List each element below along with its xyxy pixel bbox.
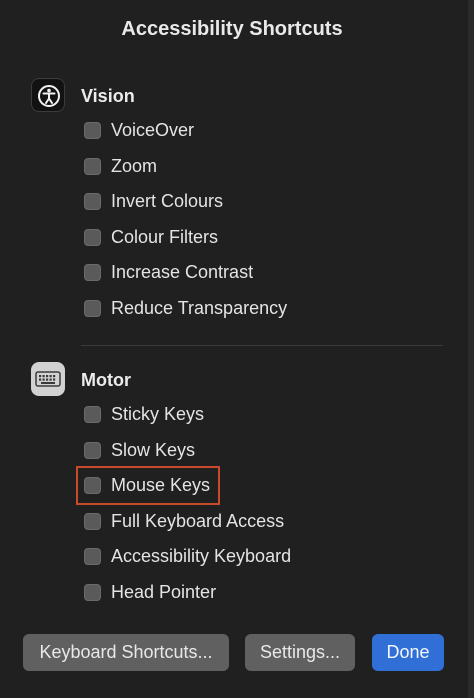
option-head-pointer[interactable]: Head Pointer [84, 580, 216, 604]
vision-section-title: Vision [81, 86, 135, 106]
invert-colours-checkbox[interactable] [84, 192, 101, 210]
option-label: Reduce Transparency [111, 297, 288, 318]
option-label: Mouse Keys [111, 474, 211, 495]
slow-keys-checkbox[interactable] [84, 441, 101, 459]
option-label: Head Pointer [111, 581, 217, 602]
option-label: Accessibility Keyboard [111, 545, 292, 566]
increase-contrast-checkbox[interactable] [84, 263, 101, 281]
option-label: VoiceOver [111, 119, 195, 140]
option-label: Slow Keys [111, 439, 196, 460]
motor-section-title: Motor [81, 370, 131, 390]
option-full-keyboard-access[interactable]: Full Keyboard Access [84, 509, 284, 533]
option-sticky-keys[interactable]: Sticky Keys [84, 402, 204, 426]
voiceover-checkbox[interactable] [84, 121, 101, 139]
dialog-title: Accessibility Shortcuts [121, 18, 343, 40]
accessibility-shortcuts-dialog: Accessibility Shortcuts Vision VoiceOver… [0, 0, 474, 698]
option-voiceover[interactable]: VoiceOver [84, 118, 194, 142]
sticky-keys-checkbox[interactable] [84, 405, 101, 423]
done-button[interactable]: Done [372, 634, 444, 671]
colour-filters-checkbox[interactable] [84, 228, 101, 246]
option-label: Increase Contrast [111, 261, 254, 282]
head-pointer-checkbox[interactable] [84, 583, 101, 601]
option-label: Sticky Keys [111, 403, 205, 424]
option-label: Invert Colours [111, 190, 224, 211]
accessibility-icon [31, 78, 65, 112]
option-zoom[interactable]: Zoom [84, 154, 157, 178]
zoom-checkbox[interactable] [84, 157, 101, 175]
accessibility-keyboard-checkbox[interactable] [84, 547, 101, 565]
option-mouse-keys[interactable]: Mouse Keys [84, 473, 210, 497]
mouse-keys-checkbox[interactable] [84, 476, 101, 494]
full-keyboard-access-checkbox[interactable] [84, 512, 101, 530]
settings-button[interactable]: Settings... [245, 634, 355, 671]
option-accessibility-keyboard[interactable]: Accessibility Keyboard [84, 544, 291, 568]
option-increase-contrast[interactable]: Increase Contrast [84, 260, 253, 284]
reduce-transparency-checkbox[interactable] [84, 299, 101, 317]
window-edge [468, 0, 474, 698]
option-label: Zoom [111, 155, 158, 176]
option-slow-keys[interactable]: Slow Keys [84, 438, 195, 462]
option-label: Colour Filters [111, 226, 219, 247]
option-colour-filters[interactable]: Colour Filters [84, 225, 218, 249]
section-divider [81, 345, 443, 346]
keyboard-shortcuts-button[interactable]: Keyboard Shortcuts... [23, 634, 229, 671]
option-invert-colours[interactable]: Invert Colours [84, 189, 223, 213]
keyboard-icon [31, 362, 65, 396]
option-reduce-transparency[interactable]: Reduce Transparency [84, 296, 287, 320]
option-label: Full Keyboard Access [111, 510, 285, 531]
